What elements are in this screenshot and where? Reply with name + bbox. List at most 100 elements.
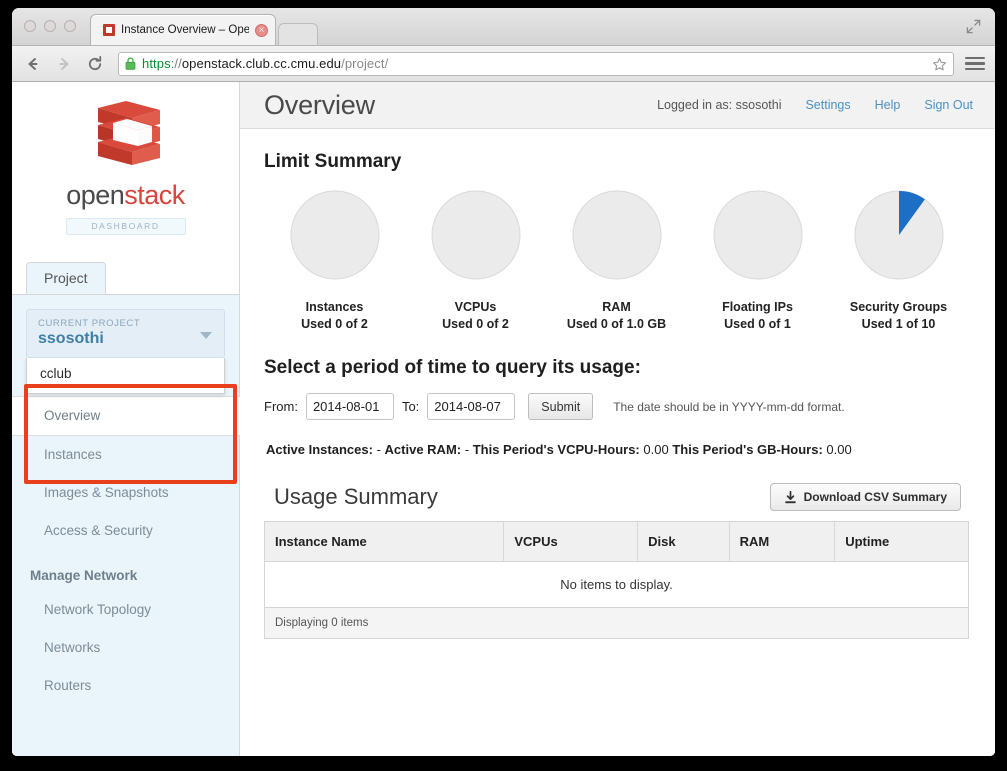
- new-tab-button[interactable]: [278, 23, 318, 45]
- pie-usage-text: Used 0 of 1.0 GB: [566, 317, 667, 331]
- dashboard-badge: DASHBOARD: [65, 218, 186, 235]
- current-project-button[interactable]: CURRENT PROJECT ssosothi: [26, 309, 225, 358]
- pie-chart: [854, 190, 943, 280]
- download-csv-label: Download CSV Summary: [803, 490, 947, 504]
- page-viewport: openstack DASHBOARD Project CURRENT PROJ…: [12, 82, 995, 756]
- browser-window: Instance Overview – OpenS ×: [12, 8, 995, 756]
- minimize-window-button[interactable]: [44, 20, 56, 32]
- download-csv-button[interactable]: Download CSV Summary: [769, 483, 961, 511]
- fullscreen-icon[interactable]: [966, 19, 981, 34]
- browser-tab-active[interactable]: Instance Overview – OpenS ×: [90, 14, 276, 45]
- usage-summary-header: Usage Summary Download CSV Summary: [264, 483, 969, 511]
- usage-summary-title: Usage Summary: [274, 484, 438, 509]
- table-footer-row: Displaying 0 items: [264, 607, 969, 639]
- sidebar-item-images-snapshots[interactable]: Images & Snapshots: [12, 474, 239, 512]
- download-icon: [785, 490, 796, 503]
- content-area: Limit Summary Instances Used 0 of 2 VCPUs U…: [240, 129, 995, 639]
- hamburger-menu-icon[interactable]: [965, 53, 985, 75]
- date-format-hint: The date should be in YYYY-mm-dd format.: [613, 399, 845, 414]
- to-date-input[interactable]: [427, 393, 516, 420]
- address-bar[interactable]: https://openstack.club.cc.cmu.edu/projec…: [118, 51, 954, 76]
- usage-summary-table: Instance Name VCPUs Disk RAM Uptime No i…: [264, 521, 969, 639]
- tab-title: Instance Overview – OpenS: [121, 24, 249, 36]
- from-date-input[interactable]: [305, 393, 394, 420]
- back-arrow-icon[interactable]: [22, 53, 44, 75]
- query-period-heading: Select a period of time to query its usa…: [264, 357, 641, 378]
- logo-text-stack: stack: [124, 180, 185, 210]
- tab-project[interactable]: Project: [26, 262, 106, 294]
- close-window-button[interactable]: [24, 20, 36, 32]
- url-host: openstack.club.cc.cmu.edu: [181, 56, 342, 71]
- help-link[interactable]: Help: [875, 98, 901, 112]
- pie-usage-text: Used 0 of 2: [442, 317, 509, 331]
- table-header-row: Instance Name VCPUs Disk RAM Uptime: [264, 521, 969, 562]
- usage-stats-line: Active Instances: - Active RAM: - This P…: [266, 442, 969, 457]
- sidebar-body: CURRENT PROJECT ssosothi cclub Overview …: [12, 295, 240, 756]
- pie-chart: [713, 190, 802, 280]
- chevron-down-icon[interactable]: [200, 332, 212, 339]
- logged-in-user: Logged in as: ssosothi: [657, 98, 782, 112]
- pie-usage-text: Used 0 of 1: [724, 317, 791, 331]
- vcpu-hours-label: This Period's VCPU-Hours:: [472, 442, 640, 457]
- from-label: From:: [264, 399, 298, 414]
- sidebar-item-network-topology[interactable]: Network Topology: [12, 591, 239, 629]
- sidebar-tabs: Project: [12, 262, 239, 295]
- window-controls[interactable]: [24, 20, 76, 32]
- openstack-logo-icon: [97, 101, 160, 165]
- padlock-icon: [125, 57, 136, 70]
- current-project-name: ssosothi: [38, 330, 104, 347]
- main-content: Overview Logged in as: ssosothi Settings…: [240, 82, 995, 756]
- column-ram: RAM: [729, 521, 836, 562]
- column-instance-name: Instance Name: [264, 521, 505, 562]
- sidebar-item-access-security[interactable]: Access & Security: [12, 512, 239, 550]
- column-disk: Disk: [637, 521, 730, 562]
- project-switcher: CURRENT PROJECT ssosothi cclub: [12, 295, 239, 394]
- pie-label: Security Groups: [849, 300, 948, 314]
- sidebar-nav: Overview Instances Images & Snapshots Ac…: [12, 396, 240, 705]
- browser-toolbar: https://openstack.club.cc.cmu.edu/projec…: [12, 46, 995, 82]
- pie-chart: [572, 190, 661, 280]
- pie-usage-text: Used 0 of 2: [301, 317, 368, 331]
- sidebar-item-overview[interactable]: Overview: [12, 396, 240, 436]
- project-dropdown-menu: cclub: [26, 358, 225, 394]
- sidebar-item-routers[interactable]: Routers: [12, 667, 239, 705]
- sidebar-item-instances[interactable]: Instances: [12, 436, 239, 474]
- logo-text-open: open: [66, 180, 125, 210]
- column-uptime: Uptime: [834, 521, 969, 562]
- header-actions: Logged in as: ssosothi Settings Help Sig…: [657, 98, 973, 112]
- pie-usage-text: Used 1 of 10: [861, 317, 936, 331]
- settings-link[interactable]: Settings: [805, 98, 850, 112]
- pie-chart: [290, 190, 379, 280]
- column-vcpus: VCPUs: [503, 521, 639, 562]
- active-instances-value: -: [376, 442, 381, 457]
- maximize-window-button[interactable]: [64, 20, 76, 32]
- browser-titlebar: Instance Overview – OpenS ×: [12, 8, 995, 46]
- url-text: https://openstack.club.cc.cmu.edu/projec…: [142, 56, 388, 71]
- date-range-form: From: To: Submit The date should be in Y…: [264, 393, 969, 420]
- pie-chart: [431, 190, 520, 280]
- gb-hours-label: This Period's GB-Hours:: [672, 442, 823, 457]
- sign-out-link[interactable]: Sign Out: [924, 98, 973, 112]
- sidebar-item-networks[interactable]: Networks: [12, 629, 239, 667]
- close-tab-icon[interactable]: ×: [255, 24, 268, 37]
- reload-icon[interactable]: [84, 53, 106, 75]
- project-dropdown-item-cclub[interactable]: cclub: [27, 358, 224, 393]
- submit-button[interactable]: Submit: [528, 393, 594, 420]
- star-icon[interactable]: [932, 57, 947, 72]
- tab-strip: Instance Overview – OpenS ×: [90, 14, 318, 45]
- to-label: To:: [401, 399, 420, 414]
- limit-summary-charts: Instances Used 0 of 2 VCPUs Used 0 of 2 RAM U…: [264, 187, 969, 331]
- table-empty-row: No items to display.: [264, 561, 969, 608]
- url-separator: ://: [170, 56, 182, 71]
- pie-label: VCPUs: [454, 300, 497, 314]
- empty-message: No items to display.: [264, 561, 969, 608]
- sidebar: openstack DASHBOARD Project CURRENT PROJ…: [12, 82, 240, 756]
- pie-label: RAM: [602, 300, 631, 314]
- page-header: Overview Logged in as: ssosothi Settings…: [240, 82, 995, 129]
- active-instances-label: Active Instances:: [266, 442, 373, 457]
- pie-label: Floating IPs: [722, 300, 793, 314]
- active-ram-label: Active RAM:: [384, 442, 462, 457]
- limit-chart-vcpus: VCPUs Used 0 of 2: [405, 187, 546, 331]
- openstack-wordmark: openstack: [12, 180, 239, 211]
- forward-arrow-icon[interactable]: [53, 53, 75, 75]
